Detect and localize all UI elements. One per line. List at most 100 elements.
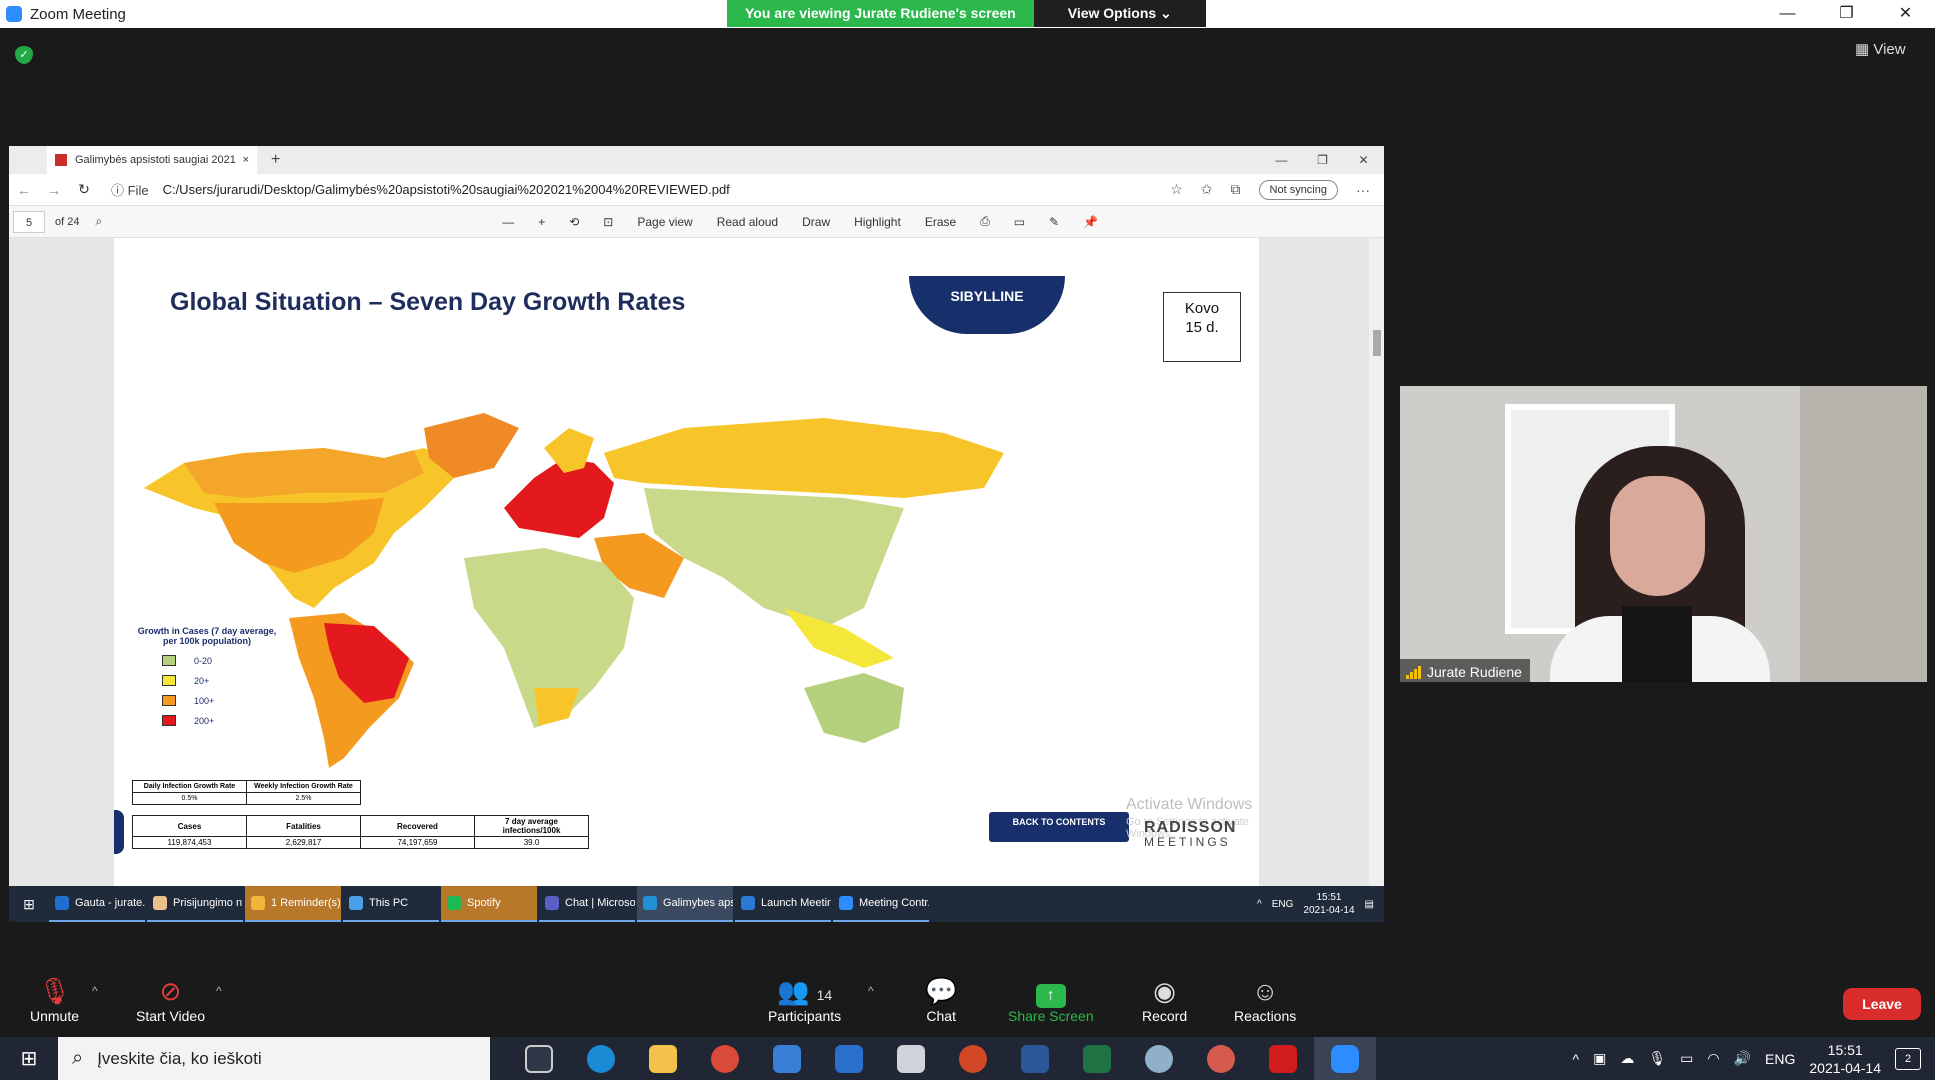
view-button[interactable]: ▦ View	[1855, 40, 1906, 58]
view-options-button[interactable]: View Options ⌄	[1033, 0, 1206, 27]
file-explorer-icon[interactable]	[632, 1037, 694, 1080]
shared-taskbar-item[interactable]: Meeting Contr...	[833, 886, 929, 922]
maximize-button[interactable]: ❐	[1817, 0, 1876, 28]
shared-clock[interactable]: 15:51 2021-04-14	[1303, 891, 1354, 917]
app-n-icon[interactable]	[880, 1037, 942, 1080]
zoom-app-icon[interactable]	[1314, 1037, 1376, 1080]
tray-notification-icon[interactable]: ▤	[1365, 899, 1374, 910]
chrome-icon[interactable]	[694, 1037, 756, 1080]
tray-device-icon[interactable]: ▣	[1593, 1050, 1606, 1067]
pdf-viewport[interactable]: Global Situation – Seven Day Growth Rate…	[9, 238, 1369, 886]
tab-close-icon[interactable]: ×	[243, 154, 249, 166]
page-view-button[interactable]: Page view	[637, 215, 692, 229]
favorite-star-icon[interactable]: ☆	[1170, 181, 1183, 198]
search-icon[interactable]: ⌕	[95, 214, 102, 229]
browser-minimize-button[interactable]: —	[1261, 153, 1302, 167]
unmute-button[interactable]: 🎙 Unmute	[30, 974, 79, 1024]
back-arrow-icon[interactable]: ←	[9, 182, 39, 198]
zoom-in-button[interactable]: +	[538, 215, 545, 229]
taskbar-item-label: Galimybes aps...	[663, 897, 733, 909]
shared-taskbar-item[interactable]: Spotify	[441, 886, 537, 922]
notification-center-icon[interactable]: 2	[1895, 1047, 1921, 1070]
clock-date: 2021-04-14	[1809, 1059, 1881, 1076]
participants-button[interactable]: 👥 14 Participants	[768, 974, 841, 1024]
shared-taskbar-item[interactable]: This PC	[343, 886, 439, 922]
store-icon[interactable]	[756, 1037, 818, 1080]
shared-taskbar-item[interactable]: Gauta - jurate...	[49, 886, 145, 922]
shared-taskbar-item[interactable]: Chat | Microso...	[539, 886, 635, 922]
refresh-icon[interactable]: ↻	[69, 181, 99, 198]
rocket-app-icon[interactable]	[1128, 1037, 1190, 1080]
share-screen-button[interactable]: ↑ Share Screen	[1008, 974, 1094, 1024]
activate-windows-watermark: Activate Windows	[1126, 796, 1253, 813]
map-south-africa	[534, 688, 579, 726]
save-icon[interactable]: ▭	[1014, 215, 1025, 229]
close-button[interactable]: ✕	[1876, 0, 1935, 28]
participants-options-chevron-icon[interactable]: ^	[868, 984, 874, 998]
mic-icon[interactable]: 🎙	[1648, 1050, 1666, 1067]
search-box[interactable]: ⌕ Įveskite čia, ko ieškoti	[58, 1037, 490, 1080]
scrollbar-thumb[interactable]	[1373, 330, 1381, 356]
collections-icon[interactable]: ⧉	[1231, 181, 1241, 198]
browser-tab[interactable]: Galimybės apsistoti saugiai 2021 ×	[47, 146, 257, 174]
pin-icon[interactable]: 📌	[1083, 215, 1098, 229]
shared-start-icon[interactable]: ⊞	[9, 896, 49, 913]
acrobat-icon[interactable]	[1252, 1037, 1314, 1080]
word-icon[interactable]	[1004, 1037, 1066, 1080]
record-button[interactable]: ◉ Record	[1142, 974, 1187, 1024]
highlight-button[interactable]: Highlight	[854, 215, 901, 229]
shared-taskbar-item[interactable]: Galimybes aps...	[637, 886, 733, 922]
zoom-out-button[interactable]: —	[502, 215, 514, 229]
shared-taskbar-item[interactable]: Prisijungimo n...	[147, 886, 243, 922]
video-options-chevron-icon[interactable]: ^	[216, 984, 222, 998]
shared-taskbar-item[interactable]: 1 Reminder(s)	[245, 886, 341, 922]
print-icon[interactable]: ⎙	[980, 214, 990, 229]
more-menu-icon[interactable]: ···	[1356, 182, 1370, 198]
legend-label: 100+	[194, 695, 215, 706]
system-clock[interactable]: 15:51 2021-04-14	[1809, 1041, 1881, 1077]
sync-button[interactable]: Not syncing	[1258, 179, 1338, 200]
reactions-button[interactable]: ☺ Reactions	[1234, 974, 1296, 1024]
task-view-icon[interactable]	[508, 1037, 570, 1080]
rotate-button[interactable]: ⟲	[569, 215, 579, 229]
tray-chevron-icon[interactable]: ^	[1573, 1051, 1580, 1067]
powerpoint-icon[interactable]	[942, 1037, 1004, 1080]
pdf-scrollbar[interactable]	[1369, 238, 1384, 886]
forward-arrow-icon[interactable]: →	[39, 182, 69, 198]
read-aloud-button[interactable]: Read aloud	[717, 215, 778, 229]
edge-icon[interactable]	[570, 1037, 632, 1080]
fox-app-icon[interactable]	[1190, 1037, 1252, 1080]
map-canada	[184, 448, 424, 498]
onedrive-icon[interactable]: ☁	[1620, 1050, 1634, 1067]
battery-icon[interactable]: ▭	[1680, 1050, 1693, 1067]
start-icon[interactable]: ⊞	[0, 1046, 58, 1071]
volume-icon[interactable]: 🔊	[1734, 1050, 1751, 1067]
erase-button[interactable]: Erase	[925, 215, 956, 229]
language-indicator[interactable]: ENG	[1765, 1051, 1795, 1067]
participant-video[interactable]: Jurate Rudiene	[1400, 386, 1927, 682]
new-tab-button[interactable]: +	[271, 151, 280, 169]
favorites-icon[interactable]: ✩	[1201, 181, 1213, 198]
tray-chevron-icon[interactable]: ^	[1257, 899, 1262, 910]
excel-icon[interactable]	[1066, 1037, 1128, 1080]
mail-icon[interactable]	[818, 1037, 880, 1080]
chat-button[interactable]: 💬 Chat	[925, 974, 957, 1024]
url-field[interactable]: C:/Users/jurarudi/Desktop/Galimybės%20ap…	[163, 182, 730, 197]
draw-button[interactable]: Draw	[802, 215, 830, 229]
fit-page-button[interactable]: ⊡	[603, 215, 613, 229]
save-as-icon[interactable]: ✎	[1049, 215, 1059, 229]
leave-button[interactable]: Leave	[1843, 988, 1921, 1020]
start-video-button[interactable]: ⊘ Start Video	[136, 974, 205, 1024]
tray-lang[interactable]: ENG	[1272, 899, 1294, 910]
back-to-contents-button[interactable]: BACK TO CONTENTS	[989, 812, 1129, 842]
wifi-icon[interactable]: ◠	[1707, 1050, 1719, 1067]
legend-label: 200+	[194, 715, 215, 726]
browser-maximize-button[interactable]: ❐	[1302, 153, 1343, 167]
minimize-button[interactable]: —	[1758, 0, 1817, 28]
shared-taskbar-item[interactable]: Launch Meetin...	[735, 886, 831, 922]
browser-close-button[interactable]: ✕	[1343, 153, 1384, 167]
encryption-shield-icon[interactable]: ✓	[15, 46, 33, 64]
reactions-label: Reactions	[1234, 1008, 1297, 1024]
audio-options-chevron-icon[interactable]: ^	[92, 984, 98, 998]
page-number-input[interactable]: 5	[13, 210, 45, 233]
